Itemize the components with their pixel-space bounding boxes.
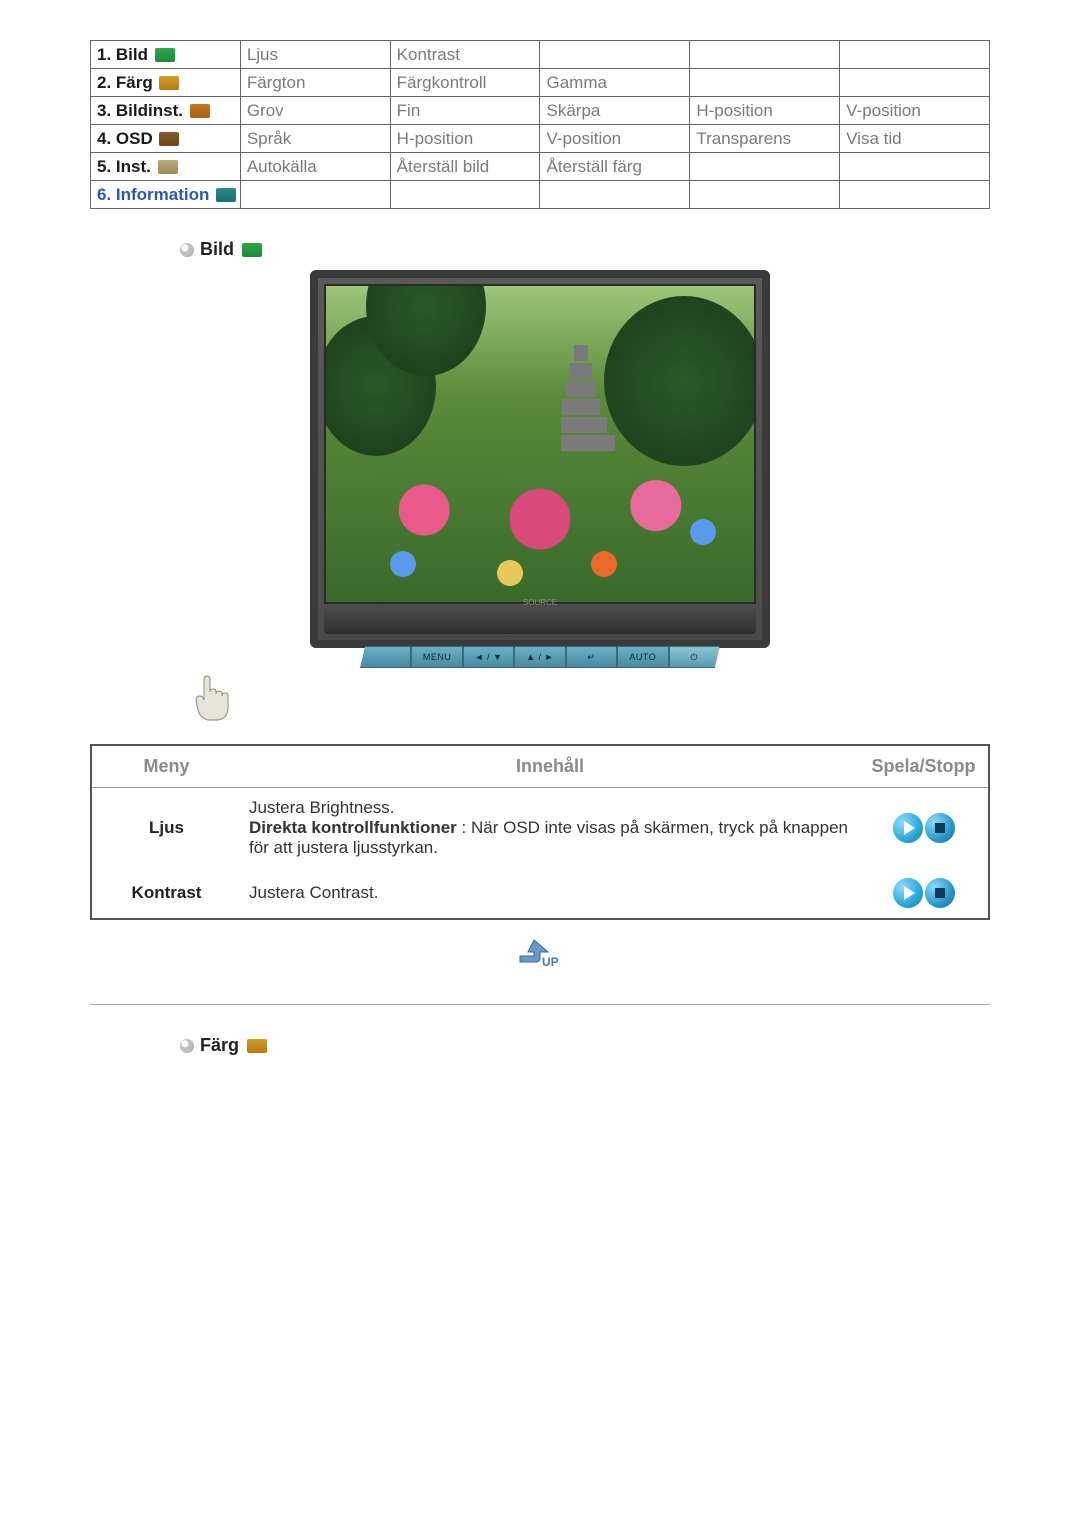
- col-meny: Meny: [91, 745, 241, 788]
- menu-subitem[interactable]: Visa tid: [840, 125, 990, 153]
- menu-subitem: [690, 41, 840, 69]
- menu-subitem: [690, 181, 840, 209]
- stop-button[interactable]: [925, 878, 955, 908]
- inst-icon: [158, 160, 178, 174]
- menu-subitem: [240, 181, 390, 209]
- monitor-button: ⏻: [669, 646, 720, 668]
- monitor-button: ▲ / ►: [514, 646, 565, 668]
- up-label: UP: [542, 955, 559, 969]
- menu-row-label[interactable]: 6. Information: [91, 181, 241, 209]
- menu-subitem: [540, 41, 690, 69]
- section-bild-title: Bild: [200, 239, 234, 260]
- menu-subitem[interactable]: Grov: [240, 97, 390, 125]
- monitor-illustration: SOURCE: [310, 270, 770, 648]
- menu-subitem[interactable]: Kontrast: [390, 41, 540, 69]
- osd-menu-table: 1. Bild LjusKontrast 2. Färg FärgtonFärgk…: [90, 40, 990, 209]
- section-farg-heading: Färg: [180, 1035, 990, 1056]
- bullet-icon: [180, 1039, 194, 1053]
- monitor-button: ↵: [566, 646, 617, 668]
- menu-row-label[interactable]: 2. Färg: [91, 69, 241, 97]
- detail-controls: [859, 788, 989, 869]
- menu-subitem: [390, 181, 540, 209]
- section-bild-heading: Bild: [180, 239, 990, 260]
- menu-subitem: [840, 41, 990, 69]
- section-farg-title: Färg: [200, 1035, 239, 1056]
- menu-subitem[interactable]: H-position: [690, 97, 840, 125]
- bullet-icon: [180, 243, 194, 257]
- menu-subitem: [840, 69, 990, 97]
- hand-pointer-icon: [190, 674, 230, 722]
- detail-table: Meny Innehåll Spela/Stopp LjusJustera Br…: [90, 744, 990, 920]
- bildinst-icon: [190, 104, 210, 118]
- menu-subitem[interactable]: Återställ färg: [540, 153, 690, 181]
- osd-icon: [159, 132, 179, 146]
- monitor-button: ◄ / ▼: [463, 646, 514, 668]
- col-innehall: Innehåll: [241, 745, 859, 788]
- back-to-top-link[interactable]: UP: [516, 938, 564, 974]
- menu-row-label[interactable]: 1. Bild: [91, 41, 241, 69]
- menu-subitem[interactable]: V-position: [840, 97, 990, 125]
- menu-subitem: [540, 181, 690, 209]
- menu-subitem[interactable]: Färgkontroll: [390, 69, 540, 97]
- menu-row-label[interactable]: 4. OSD: [91, 125, 241, 153]
- menu-subitem[interactable]: Gamma: [540, 69, 690, 97]
- menu-row-label[interactable]: 5. Inst.: [91, 153, 241, 181]
- detail-controls: [859, 868, 989, 919]
- monitor-button: [360, 646, 411, 668]
- farg-icon: [247, 1039, 267, 1053]
- monitor-button: AUTO: [617, 646, 668, 668]
- menu-subitem[interactable]: V-position: [540, 125, 690, 153]
- menu-subitem[interactable]: Ljus: [240, 41, 390, 69]
- menu-subitem[interactable]: Autokälla: [240, 153, 390, 181]
- detail-content: Justera Brightness.Direkta kontrollfunkt…: [241, 788, 859, 869]
- play-button[interactable]: [893, 878, 923, 908]
- menu-subitem[interactable]: Fin: [390, 97, 540, 125]
- menu-subitem[interactable]: Skärpa: [540, 97, 690, 125]
- source-label: SOURCE: [523, 598, 557, 607]
- stop-button[interactable]: [925, 813, 955, 843]
- detail-meny: Kontrast: [91, 868, 241, 919]
- monitor-screen: [324, 284, 756, 604]
- bild-icon: [155, 48, 175, 62]
- bild-icon: [242, 243, 262, 257]
- info-icon: [216, 188, 236, 202]
- menu-subitem[interactable]: Färgton: [240, 69, 390, 97]
- menu-subitem: [840, 153, 990, 181]
- menu-subitem[interactable]: H-position: [390, 125, 540, 153]
- menu-subitem[interactable]: Språk: [240, 125, 390, 153]
- detail-meny: Ljus: [91, 788, 241, 869]
- detail-content: Justera Contrast.: [241, 868, 859, 919]
- play-button[interactable]: [893, 813, 923, 843]
- monitor-button: MENU: [411, 646, 462, 668]
- farg-icon: [159, 76, 179, 90]
- monitor-bezel: SOURCE: [324, 608, 756, 634]
- menu-subitem[interactable]: Transparens: [690, 125, 840, 153]
- section-divider: [90, 1004, 990, 1005]
- menu-subitem[interactable]: Återställ bild: [390, 153, 540, 181]
- menu-subitem: [690, 153, 840, 181]
- menu-row-label[interactable]: 3. Bildinst.: [91, 97, 241, 125]
- monitor-button-bar: MENU◄ / ▼▲ / ►↵AUTO⏻: [360, 646, 720, 668]
- menu-subitem: [840, 181, 990, 209]
- menu-subitem: [690, 69, 840, 97]
- col-spela: Spela/Stopp: [859, 745, 989, 788]
